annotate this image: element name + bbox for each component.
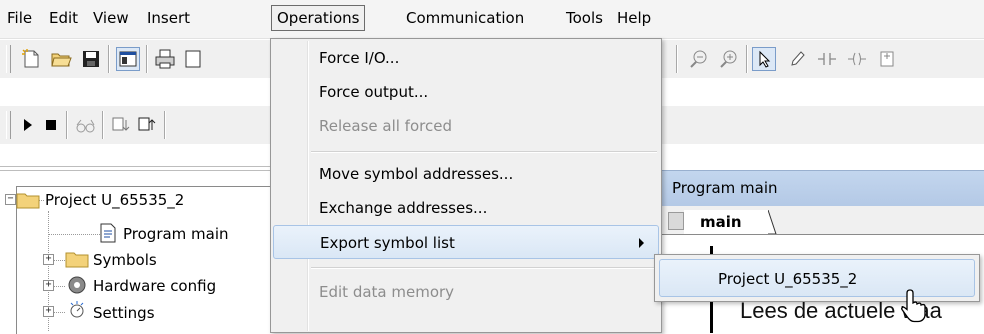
folder-icon [65,252,89,268]
menu-operations[interactable]: Operations [271,5,366,31]
menu-edit[interactable]: Edit [44,6,83,30]
box-icon[interactable] [876,48,898,70]
program-tabstrip: main [662,206,984,235]
toolbar-separator [102,111,103,139]
hardware-icon [68,276,86,294]
tree-connector [53,260,65,262]
toolbar-separator [676,45,677,73]
menu-item-release-all-forced[interactable]: Release all forced [273,109,659,143]
mouse-cursor-icon [901,289,926,323]
menu-item-move-symbol-addresses[interactable]: Move symbol addresses... [273,157,659,191]
expand-toggle[interactable]: + [43,280,54,291]
collapse-toggle[interactable]: − [5,194,16,205]
menu-insert[interactable]: Insert [142,6,195,30]
menu-item-label: Export symbol list [320,234,455,252]
toolbar-separator [66,111,67,139]
zoom-out-icon[interactable] [688,48,710,70]
tree-item-project[interactable]: Project U_65535_2 [45,187,184,213]
export-symbol-list-submenu: Project U_65535_2 [654,254,980,302]
tree-connector [53,286,65,288]
tree-item-program-main[interactable]: Program main [123,221,229,247]
menu-separator [311,151,657,153]
tree-item-settings[interactable]: Settings [93,300,155,326]
select-pointer-icon[interactable] [752,47,776,71]
program-icon [100,223,116,243]
run-icon[interactable] [16,114,38,136]
monitor-glasses-icon[interactable] [74,114,96,136]
tab-scroll-arrow[interactable] [668,212,684,230]
menu-item-export-symbol-list[interactable]: Export symbol list [273,225,659,259]
expand-toggle[interactable]: + [43,254,54,265]
tree-item-hardware-config[interactable]: Hardware config [93,273,216,299]
toolbar-grip[interactable] [6,45,11,73]
program-window-title: Program main [662,170,984,206]
settings-icon [70,301,84,318]
tab-main[interactable]: main [684,210,768,234]
toolbar-separator [108,45,109,73]
menu-bar: File Edit View Insert Operations Communi… [0,0,984,39]
folder-icon [16,193,40,209]
new-file-icon[interactable] [20,48,42,70]
operations-menu: Force I/O... Force output... Release all… [270,38,662,333]
menu-communication[interactable]: Communication [401,6,529,30]
open-folder-icon[interactable] [50,48,72,70]
menu-item-force-io[interactable]: Force I/O... [273,41,659,75]
menu-view[interactable]: View [88,6,134,30]
stop-icon[interactable] [40,114,62,136]
zoom-in-icon[interactable] [718,48,740,70]
menu-file[interactable]: File [2,6,37,30]
tree-item-symbols[interactable]: Symbols [93,247,157,273]
print-icon[interactable] [154,48,176,70]
expand-toggle[interactable]: + [43,306,54,317]
project-tree: − Project U_65535_2 Program main + Symbo… [5,186,279,334]
menu-tools[interactable]: Tools [561,6,608,30]
pencil-icon[interactable] [786,48,808,70]
menu-help[interactable]: Help [612,6,656,30]
menu-item-exchange-addresses[interactable]: Exchange addresses... [273,191,659,225]
coil-icon[interactable] [846,48,868,70]
menu-item-edit-data-memory[interactable]: Edit data memory [273,275,659,309]
toolbar-separator [746,45,747,73]
toolbar-separator [146,45,147,73]
project-window-icon[interactable] [116,47,140,71]
menu-item-force-output[interactable]: Force output... [273,75,659,109]
save-icon[interactable] [80,48,102,70]
download-icon[interactable] [110,114,132,136]
page-icon[interactable] [182,48,204,70]
toolbar-grip[interactable] [6,111,11,139]
contact-icon[interactable] [816,48,838,70]
submenu-arrow-icon [639,238,644,248]
menu-separator [311,267,657,269]
pane-divider [0,166,280,171]
upload-icon[interactable] [136,114,158,136]
tree-connector [53,312,65,314]
toolbar-separator [164,111,165,139]
